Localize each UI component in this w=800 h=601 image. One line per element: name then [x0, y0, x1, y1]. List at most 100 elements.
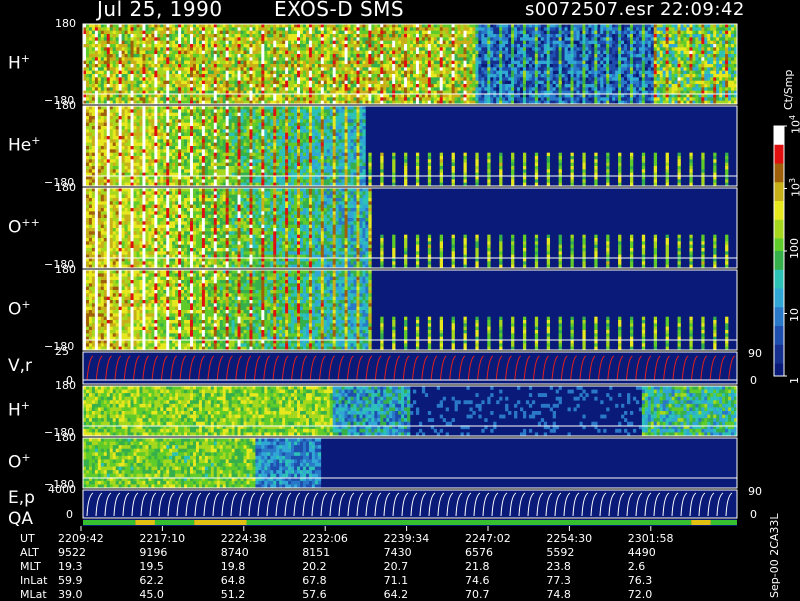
spectrogram-cell	[350, 57, 354, 61]
spectrogram-cell	[264, 37, 268, 41]
spectrogram-cell	[145, 57, 149, 61]
spectrogram-cell	[588, 47, 592, 51]
spectrogram-cell	[148, 57, 152, 61]
spectrogram-cell	[472, 37, 476, 41]
spectrogram-cell	[579, 27, 583, 31]
spectrogram-cell	[621, 60, 625, 65]
spectrogram-cell	[148, 50, 152, 55]
spectrogram-cell	[237, 34, 241, 38]
spectrogram-cell	[695, 34, 699, 38]
spectrogram-cell	[662, 80, 666, 85]
spectrogram-cell	[609, 24, 613, 28]
spectrogram-cell	[175, 70, 179, 75]
spectrogram-cell	[112, 54, 116, 58]
spectrogram-cell	[225, 77, 229, 81]
spectrogram-cell	[392, 30, 396, 35]
spectrogram-cell	[359, 94, 363, 98]
spectrogram-cell	[210, 57, 215, 61]
spectrogram-cell	[85, 40, 90, 45]
spectrogram-cell	[228, 34, 232, 38]
spectrogram-cell	[157, 74, 161, 78]
spectrogram-cell	[505, 30, 509, 35]
spectrogram-cell	[502, 60, 506, 65]
spectrogram-cell	[175, 54, 179, 58]
spectrogram-cell	[591, 84, 595, 88]
spectrogram-cell	[683, 94, 687, 98]
spectrogram-cell	[353, 87, 357, 91]
spectrogram-cell	[395, 37, 399, 41]
spectrogram-cell	[276, 34, 280, 38]
spectrogram-cell	[585, 67, 589, 71]
spectrogram-cell	[249, 77, 253, 81]
spectrogram-cell	[597, 80, 601, 85]
spectrogram-cell	[157, 47, 161, 51]
spectrogram-cell	[460, 34, 464, 38]
spectrogram-cell	[404, 50, 408, 55]
spectrogram-cell	[466, 87, 470, 91]
spectrogram-cell	[612, 70, 616, 75]
spectrogram-cell	[695, 64, 699, 68]
spectrogram-cell	[421, 37, 426, 41]
spectrogram-cell	[157, 54, 161, 58]
spectrogram-cell	[621, 64, 625, 68]
spectrogram-cell	[519, 44, 524, 48]
spectrogram-cell	[305, 64, 310, 68]
spectrogram-cell	[190, 70, 194, 75]
spectrogram-cell	[677, 84, 681, 88]
spectrogram-cell	[252, 27, 256, 31]
spectrogram-cell	[294, 70, 298, 75]
spectrogram-cell	[635, 77, 640, 81]
spectrogram-cell	[148, 37, 152, 41]
spectrogram-cell	[469, 47, 473, 51]
spectrogram-cell	[537, 24, 542, 28]
spectrogram-cell	[496, 54, 500, 58]
spectrogram-cell	[439, 40, 443, 45]
spectrogram-cell	[412, 84, 417, 88]
spectrogram-cell	[424, 64, 429, 68]
spectrogram-cell	[466, 64, 470, 68]
spectrogram-cell	[216, 34, 221, 38]
spectrogram-cell	[457, 37, 461, 41]
spectrogram-cell	[508, 60, 512, 65]
spectrogram-cell	[683, 80, 687, 85]
spectrogram-cell	[118, 60, 122, 65]
spectrogram-cell	[160, 84, 164, 88]
spectrogram-cell	[624, 57, 628, 61]
spectrogram-cell	[659, 77, 663, 81]
spectrogram-cell	[225, 37, 229, 41]
spectrogram-cell	[88, 64, 93, 68]
spectrogram-cell	[665, 64, 669, 68]
spectrogram-cell	[398, 24, 402, 28]
spectrogram-cell	[398, 67, 402, 71]
spectrogram-cell	[519, 34, 524, 38]
spectrogram-cell	[665, 27, 669, 31]
spectrogram-cell	[603, 24, 607, 28]
spectrogram-cell	[344, 70, 348, 75]
spectrogram-cell	[237, 44, 241, 48]
spectrogram-cell	[85, 34, 90, 38]
spectrogram-cell	[380, 84, 384, 88]
spectrogram-cell	[270, 84, 274, 88]
spectrogram-cell	[118, 64, 122, 68]
spectrogram-cell	[294, 64, 298, 68]
spectrogram-cell	[683, 77, 687, 81]
spectrogram-cell	[294, 94, 298, 98]
spectrogram-cell	[121, 40, 125, 45]
spectrogram-cell	[398, 74, 402, 78]
spectrogram-cell	[401, 94, 405, 98]
spectrogram-cell	[662, 44, 666, 48]
spectrogram-cell	[323, 27, 328, 31]
spectrogram-cell	[692, 94, 696, 98]
spectrogram-cell	[671, 60, 675, 65]
spectrogram-cell	[629, 57, 634, 61]
spectrogram-cell	[475, 94, 479, 98]
spectrogram-cell	[297, 70, 301, 75]
spectrogram-cell	[469, 87, 473, 91]
spectrogram-cell	[243, 94, 247, 98]
spectrogram-cell	[606, 34, 610, 38]
spectrogram-cell	[374, 24, 378, 28]
spectrogram-cell	[410, 27, 414, 31]
spectrogram-cell	[353, 94, 357, 98]
spectrogram-cell	[641, 74, 646, 78]
spectrogram-cell	[615, 94, 619, 98]
